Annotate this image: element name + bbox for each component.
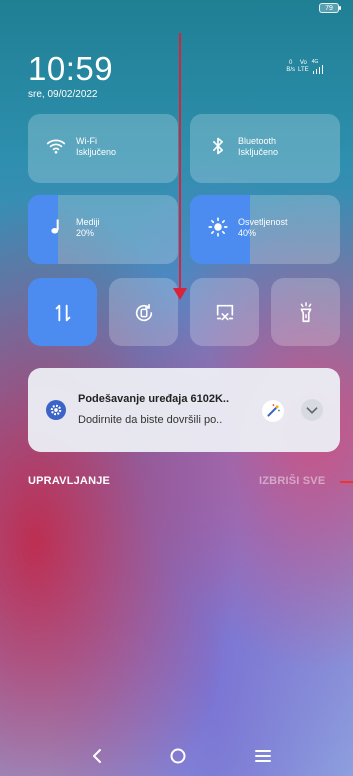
brightness-title: Osvetljenost	[238, 217, 288, 227]
bluetooth-tile[interactable]: Bluetooth Isključeno	[190, 114, 340, 183]
wifi-icon	[46, 139, 66, 154]
net-speed-value: 0	[289, 60, 293, 66]
volte-label: Vo	[299, 60, 307, 66]
date-label: sre, 09/02/2022	[28, 89, 98, 100]
signal-label: 4G	[311, 59, 319, 65]
notification-title: Podešavanje uređaja 6102K..	[78, 393, 230, 405]
notification-text: Dodirnite da biste dovršili po..	[78, 414, 223, 426]
brightness-slider[interactable]: Osvetljenost 40%	[190, 195, 340, 264]
net-speed-unit: B/s	[286, 67, 296, 73]
annotation-arrow-head	[173, 288, 187, 300]
mobile-data-toggle[interactable]	[28, 278, 97, 346]
manage-button[interactable]: UPRAVLJANJE	[28, 475, 110, 487]
annotation-arrow-line	[179, 33, 181, 291]
screenshot-toggle[interactable]	[190, 278, 259, 346]
screenshot-icon	[216, 304, 234, 321]
battery-indicator: 79	[319, 3, 341, 13]
recents-button[interactable]	[251, 744, 275, 768]
lte-label: LTE	[298, 67, 309, 73]
media-value: 20%	[76, 228, 95, 238]
signal-icon: 4G	[311, 59, 326, 74]
wifi-title: Wi-Fi	[76, 136, 97, 146]
expand-chevron-icon[interactable]	[301, 399, 323, 421]
bluetooth-icon	[213, 137, 223, 155]
network-status: 0 B/s Vo LTE 4G	[284, 59, 328, 74]
brightness-value: 40%	[238, 228, 257, 238]
home-button[interactable]	[166, 744, 190, 768]
settings-gear-icon	[46, 400, 66, 420]
flashlight-toggle[interactable]	[271, 278, 340, 346]
clear-all-button[interactable]: IZBRIŠI SVE	[259, 475, 325, 487]
notification-card[interactable]: Podešavanje uređaja 6102K.. Dodirnite da…	[28, 368, 340, 452]
back-button[interactable]	[86, 744, 110, 768]
sun-icon	[208, 217, 228, 237]
music-note-icon	[51, 219, 59, 234]
annotation-mark	[340, 481, 353, 483]
wifi-status: Isključeno	[76, 147, 117, 157]
mobile-data-icon	[55, 304, 71, 322]
media-volume-slider[interactable]: Mediji 20%	[28, 195, 178, 264]
auto-rotate-toggle[interactable]	[109, 278, 178, 346]
magic-wand-icon[interactable]	[262, 400, 284, 422]
clock: 10:59	[28, 50, 114, 87]
media-title: Mediji	[76, 217, 100, 227]
menu-lines-icon	[255, 750, 271, 762]
back-chevron-icon	[93, 749, 101, 763]
home-circle-icon	[170, 748, 186, 764]
flashlight-icon	[300, 302, 312, 323]
bluetooth-title: Bluetooth	[238, 136, 277, 146]
bluetooth-status: Isključeno	[238, 147, 279, 157]
auto-rotate-icon	[135, 303, 153, 322]
wifi-tile[interactable]: Wi-Fi Isključeno	[28, 114, 178, 183]
